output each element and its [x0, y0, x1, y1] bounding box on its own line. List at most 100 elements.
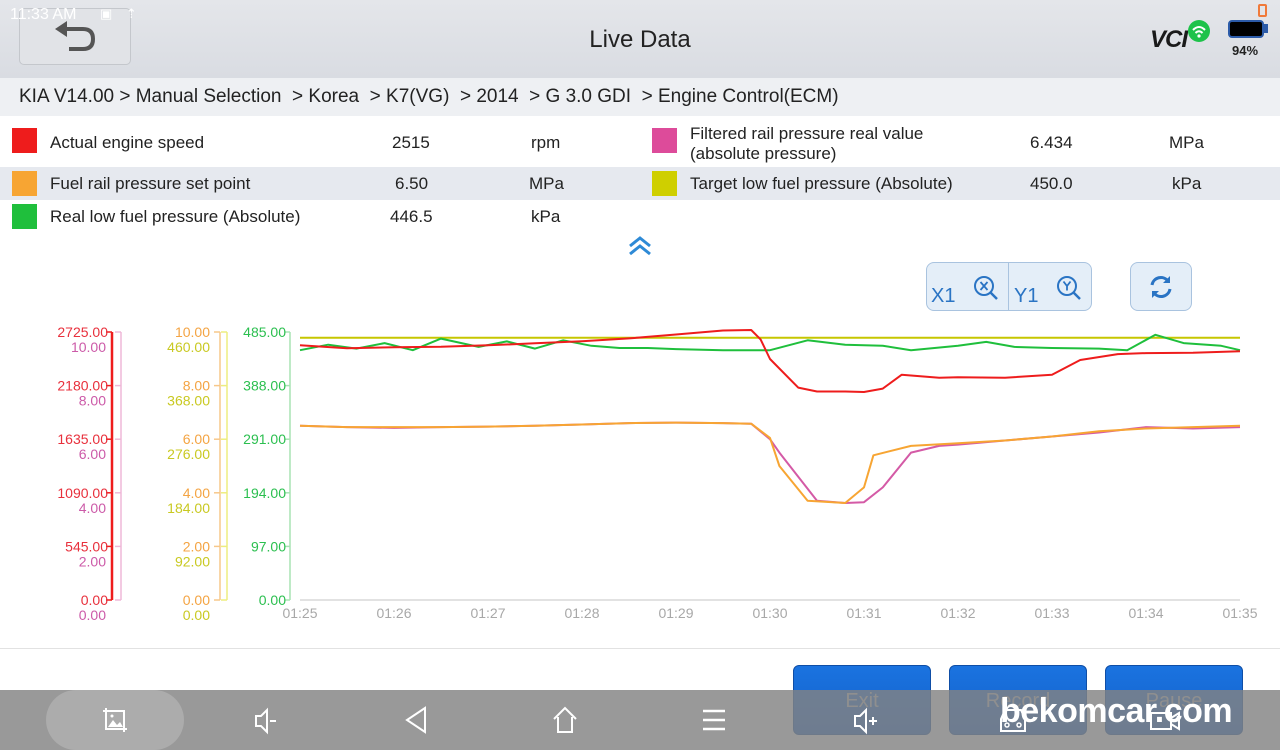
y-tick-label: 460.00	[167, 339, 210, 355]
y-tick-label: 97.00	[251, 538, 286, 554]
y-tick-label: 194.00	[243, 485, 286, 501]
color-swatch-orange	[12, 171, 37, 196]
charging-icon	[1258, 4, 1267, 17]
x-tick-label: 01:34	[1128, 605, 1163, 621]
parameter-unit: kPa	[531, 207, 561, 226]
y-tick-label: 388.00	[243, 378, 286, 394]
y-tick-label: 545.00	[65, 538, 108, 554]
x-tick-label: 01:26	[376, 605, 411, 621]
vci-logo: VCI	[1150, 26, 1188, 53]
parameter-value: 450.0	[1030, 174, 1073, 193]
volume-up-icon	[854, 707, 877, 735]
y-zoom-label: Y1	[1014, 285, 1039, 307]
parameter-row: Real low fuel pressure (Absolute) 446.5 …	[0, 200, 1280, 233]
battery-percent: 94%	[1232, 43, 1259, 58]
refresh-icon	[1150, 275, 1172, 298]
parameter-name: Real low fuel pressure (Absolute)	[50, 207, 301, 226]
y-tick-label: 291.00	[243, 431, 286, 447]
volume-up-button[interactable]	[835, 690, 895, 750]
y-tick-label: 0.00	[81, 592, 108, 608]
x-tick-label: 01:25	[282, 605, 317, 621]
screenshot-button[interactable]	[85, 690, 145, 750]
parameter-value: 446.5	[390, 207, 433, 226]
y-tick-label: 8.00	[79, 393, 106, 409]
live-data-screen: 11:33 AM ▣ ⇡ Live Data VCI 94% KIA V14.0…	[0, 0, 1280, 750]
live-data-chart[interactable]: 2725.00 2180.00 1635.00 1090.00 545.00 0.00 10…	[0, 310, 1280, 640]
x-tick-label: 01:32	[940, 605, 975, 621]
image-notification-icon: ▣	[100, 6, 113, 21]
color-swatch-red	[12, 128, 37, 153]
parameter-name: Filtered rail pressure real value (absol…	[690, 124, 923, 164]
y-tick-label: 1090.00	[57, 485, 108, 501]
y-tick-label: 10.00	[71, 339, 106, 355]
parameter-value: 6.434	[1030, 133, 1073, 152]
parameter-name-line1: Filtered rail pressure real value	[690, 124, 924, 143]
parameter-name: Actual engine speed	[50, 133, 205, 152]
y-tick-label: 0.00	[183, 607, 210, 623]
color-swatch-yellow	[652, 171, 677, 196]
menu-button[interactable]	[684, 690, 744, 750]
watermark: bekomcar.com	[1000, 692, 1233, 730]
upload-notification-icon: ⇡	[125, 6, 137, 21]
y-tick-label: 4.00	[183, 485, 210, 501]
x-zoom-label: X1	[931, 285, 956, 307]
y-tick-label: 92.00	[175, 553, 210, 569]
back-nav-button[interactable]	[386, 690, 446, 750]
y-tick-label: 4.00	[79, 500, 106, 516]
zoom-y-icon	[1057, 276, 1081, 300]
x-tick-label: 01:35	[1222, 605, 1257, 621]
y-tick-label: 368.00	[167, 393, 210, 409]
y-zoom-button[interactable]: Y1	[1010, 263, 1092, 310]
screenshot-icon	[103, 708, 127, 732]
zoom-controls: X1 Y1	[926, 262, 1092, 311]
y-tick-label: 10.00	[175, 324, 210, 340]
parameter-row: Actual engine speed 2515 rpm Filtered ra…	[0, 124, 1280, 163]
home-icon	[553, 706, 577, 733]
series-line-filtered-rail-pressure-real-value-absolute-pressure	[299, 421, 1241, 504]
y-tick-label: 276.00	[167, 446, 210, 462]
refresh-button[interactable]	[1130, 262, 1192, 311]
parameter-unit: MPa	[1169, 133, 1204, 152]
battery-icon	[1228, 20, 1264, 38]
battery-tip	[1264, 24, 1268, 33]
divider	[0, 648, 1280, 649]
series-line-fuel-rail-pressure-set-point	[299, 421, 1241, 504]
volume-down-icon	[255, 707, 276, 735]
parameter-name: Target low fuel pressure (Absolute)	[690, 174, 953, 193]
y-tick-label: 0.00	[183, 592, 210, 608]
notification-icons: ▣ ⇡	[100, 6, 137, 22]
parameter-name-line2: (absolute pressure)	[690, 144, 837, 163]
x-tick-label: 01:31	[846, 605, 881, 621]
breadcrumb: KIA V14.00 > Manual Selection > Korea > …	[0, 78, 1280, 116]
color-swatch-pink	[652, 128, 677, 153]
parameter-unit: MPa	[529, 174, 564, 193]
parameter-name: Fuel rail pressure set point	[50, 174, 251, 193]
y-tick-label: 2180.00	[57, 378, 108, 394]
x-tick-label: 01:33	[1034, 605, 1069, 621]
back-triangle-icon	[405, 706, 426, 734]
y-tick-label: 6.00	[183, 431, 210, 447]
top-bar: 11:33 AM ▣ ⇡ Live Data VCI 94%	[0, 0, 1280, 78]
y-tick-label: 8.00	[183, 378, 210, 394]
parameter-value: 2515	[392, 133, 430, 152]
x-zoom-button[interactable]: X1	[927, 263, 1009, 310]
double-chevron-up-icon	[629, 236, 651, 256]
x-tick-label: 01:30	[752, 605, 787, 621]
y-tick-label: 2725.00	[57, 324, 108, 340]
page-title: Live Data	[589, 26, 691, 53]
volume-down-button[interactable]	[236, 690, 296, 750]
wifi-connected-icon	[1188, 20, 1210, 42]
color-swatch-green	[12, 204, 37, 229]
zoom-x-icon	[974, 276, 998, 300]
y-tick-label: 184.00	[167, 500, 210, 516]
collapse-legend-button[interactable]	[626, 234, 654, 258]
menu-icon	[703, 709, 725, 731]
parameter-unit: kPa	[1172, 174, 1202, 193]
home-button[interactable]	[535, 690, 595, 750]
x-tick-label: 01:27	[470, 605, 505, 621]
x-tick-label: 01:28	[564, 605, 599, 621]
y-tick-label: 6.00	[79, 446, 106, 462]
status-time: 11:33 AM	[10, 6, 77, 23]
parameter-row: Fuel rail pressure set point 6.50 MPa Ta…	[0, 167, 1280, 200]
y-tick-label: 0.00	[79, 607, 106, 623]
